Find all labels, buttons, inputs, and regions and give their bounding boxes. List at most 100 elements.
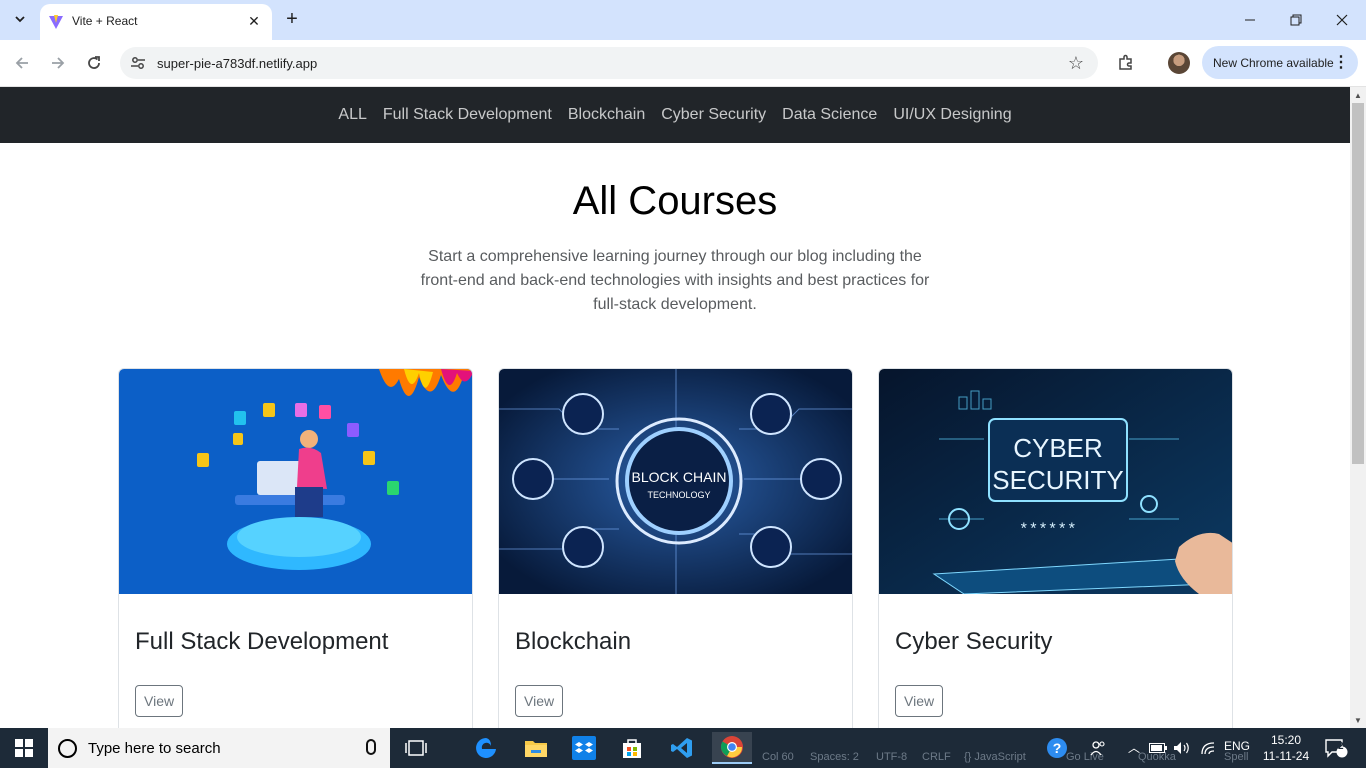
nav-link-blockchain[interactable]: Blockchain [560, 87, 653, 143]
nav-link-ui-ux[interactable]: UI/UX Designing [885, 87, 1019, 143]
chrome-update-button[interactable]: New Chrome available ⋮ [1202, 46, 1358, 79]
taskbar-app-store[interactable] [612, 732, 652, 764]
taskbar-search-placeholder: Type here to search [88, 740, 221, 757]
vscode-icon [671, 738, 692, 758]
microphone-icon[interactable] [366, 739, 376, 755]
full-stack-illustration [119, 369, 472, 594]
vscode-status-ghost: Spaces: 2 [810, 751, 859, 763]
clock-date: 11-11-24 [1262, 749, 1310, 763]
store-bag-icon [623, 739, 641, 758]
help-icon: ? [1047, 738, 1067, 758]
course-title: Cyber Security [895, 628, 1053, 655]
people-tray-button[interactable] [1084, 732, 1112, 764]
chrome-icon [720, 736, 743, 758]
nav-link-data-science[interactable]: Data Science [774, 87, 885, 143]
system-clock[interactable]: 15:20 11-11-24 [1262, 732, 1310, 764]
view-button[interactable]: View [515, 685, 564, 717]
page-scrollbar[interactable]: ▲ ▼ [1350, 87, 1366, 728]
tab-search-button[interactable] [8, 7, 32, 31]
nav-link-full-stack[interactable]: Full Stack Development [375, 87, 560, 143]
tab-title: Vite + React [72, 14, 138, 28]
card-body: Cyber Security View [879, 627, 1232, 717]
dropbox-icon [572, 736, 596, 760]
web-page: ALL Full Stack Development Blockchain Cy… [0, 87, 1350, 728]
back-button[interactable] [10, 51, 34, 75]
cyber-image-stars: ****** [1019, 521, 1077, 539]
notification-icon [1325, 739, 1348, 758]
taskbar-app-vscode[interactable] [662, 732, 702, 764]
nav-link-cyber-security[interactable]: Cyber Security [653, 87, 774, 143]
chevron-down-icon [15, 16, 25, 23]
tab-close-icon[interactable]: ✕ [244, 11, 264, 31]
close-icon [1336, 14, 1348, 26]
blockchain-illustration: BLOCK CHAIN TECHNOLOGY [499, 369, 852, 594]
browser-toolbar: super-pie-a783df.netlify.app ☆ New Chrom… [0, 40, 1366, 87]
scroll-up-arrow-icon[interactable]: ▲ [1354, 91, 1362, 100]
address-bar[interactable]: super-pie-a783df.netlify.app ☆ [120, 47, 1098, 79]
tray-overflow-icon[interactable]: ︿ [1128, 739, 1140, 756]
site-settings-icon[interactable] [130, 55, 146, 71]
taskbar-app-dropbox[interactable] [564, 732, 604, 764]
url-text[interactable]: super-pie-a783df.netlify.app [157, 56, 317, 71]
taskbar-app-file-explorer[interactable] [516, 732, 556, 764]
profile-avatar[interactable] [1168, 52, 1190, 74]
course-card: CYBER SECURITY ****** Cyber Security Vie… [878, 368, 1233, 728]
browser-tab[interactable]: Vite + React ✕ [40, 4, 272, 40]
task-view-button[interactable] [396, 732, 436, 764]
speaker-icon [1174, 742, 1189, 754]
windows-logo-icon [15, 739, 33, 757]
restore-button[interactable] [1276, 6, 1316, 34]
minimize-icon [1245, 19, 1255, 21]
close-window-button[interactable] [1322, 6, 1362, 34]
battery-icon [1149, 743, 1167, 753]
arrow-left-icon [15, 57, 28, 69]
cyber-security-illustration: CYBER SECURITY ****** [879, 369, 1232, 594]
new-tab-button[interactable]: + [282, 8, 302, 30]
blockchain-image-subtext: TECHNOLOGY [647, 490, 710, 500]
taskbar-app-edge[interactable] [466, 732, 506, 764]
reload-button[interactable] [82, 51, 106, 75]
folder-icon [525, 741, 547, 757]
course-card: BLOCK CHAIN TECHNOLOGY Blockchain View [498, 368, 853, 728]
restore-icon [1290, 14, 1302, 26]
network-tray-button[interactable] [1194, 732, 1222, 764]
puzzle-icon [1119, 54, 1132, 70]
cyber-image-subtext: SECURITY [992, 465, 1123, 495]
card-body: Full Stack Development View [119, 627, 472, 717]
reload-icon [88, 56, 100, 69]
language-indicator[interactable]: ENG [1224, 739, 1250, 753]
vscode-status-ghost: CRLF [922, 751, 951, 763]
page-description: Start a comprehensive learning journey t… [420, 248, 930, 313]
category-navbar: ALL Full Stack Development Blockchain Cy… [0, 87, 1350, 143]
bookmark-star-icon[interactable]: ☆ [1068, 53, 1084, 74]
view-button[interactable]: View [135, 685, 184, 717]
vite-logo-icon [49, 15, 63, 29]
view-button[interactable]: View [895, 685, 944, 717]
vscode-status-ghost: {} JavaScript [964, 751, 1026, 763]
nav-link-all[interactable]: ALL [330, 87, 374, 143]
update-label: New Chrome available [1213, 56, 1334, 70]
taskbar-search-box[interactable]: Type here to search [48, 728, 390, 768]
vscode-status-ghost: UTF-8 [876, 751, 908, 763]
minimize-button[interactable] [1230, 6, 1270, 34]
notification-count: 2 [1338, 741, 1344, 752]
more-menu-icon[interactable]: ⋮ [1333, 52, 1349, 72]
svg-text:?: ? [1053, 740, 1062, 756]
extensions-button[interactable] [1114, 51, 1138, 75]
blockchain-image-text: BLOCK CHAIN [632, 469, 727, 485]
cyber-image-text: CYBER [1013, 433, 1103, 463]
task-view-icon [405, 740, 427, 756]
notification-center-button[interactable]: 2 [1316, 732, 1356, 764]
vscode-status-ghost: Col 60 [762, 751, 794, 763]
scroll-down-arrow-icon[interactable]: ▼ [1354, 716, 1362, 725]
course-card-grid: Full Stack Development View BLOCK CHAIN … [118, 368, 1233, 728]
taskbar-app-chrome[interactable] [712, 732, 752, 764]
card-body: Blockchain View [499, 627, 852, 717]
page-title: All Courses [572, 179, 778, 223]
edge-icon [476, 738, 496, 758]
start-button[interactable] [0, 728, 48, 768]
scrollbar-thumb[interactable] [1352, 103, 1364, 464]
help-tray-icon[interactable]: ? [1040, 732, 1074, 764]
volume-tray-button[interactable] [1168, 732, 1196, 764]
forward-button[interactable] [46, 51, 70, 75]
